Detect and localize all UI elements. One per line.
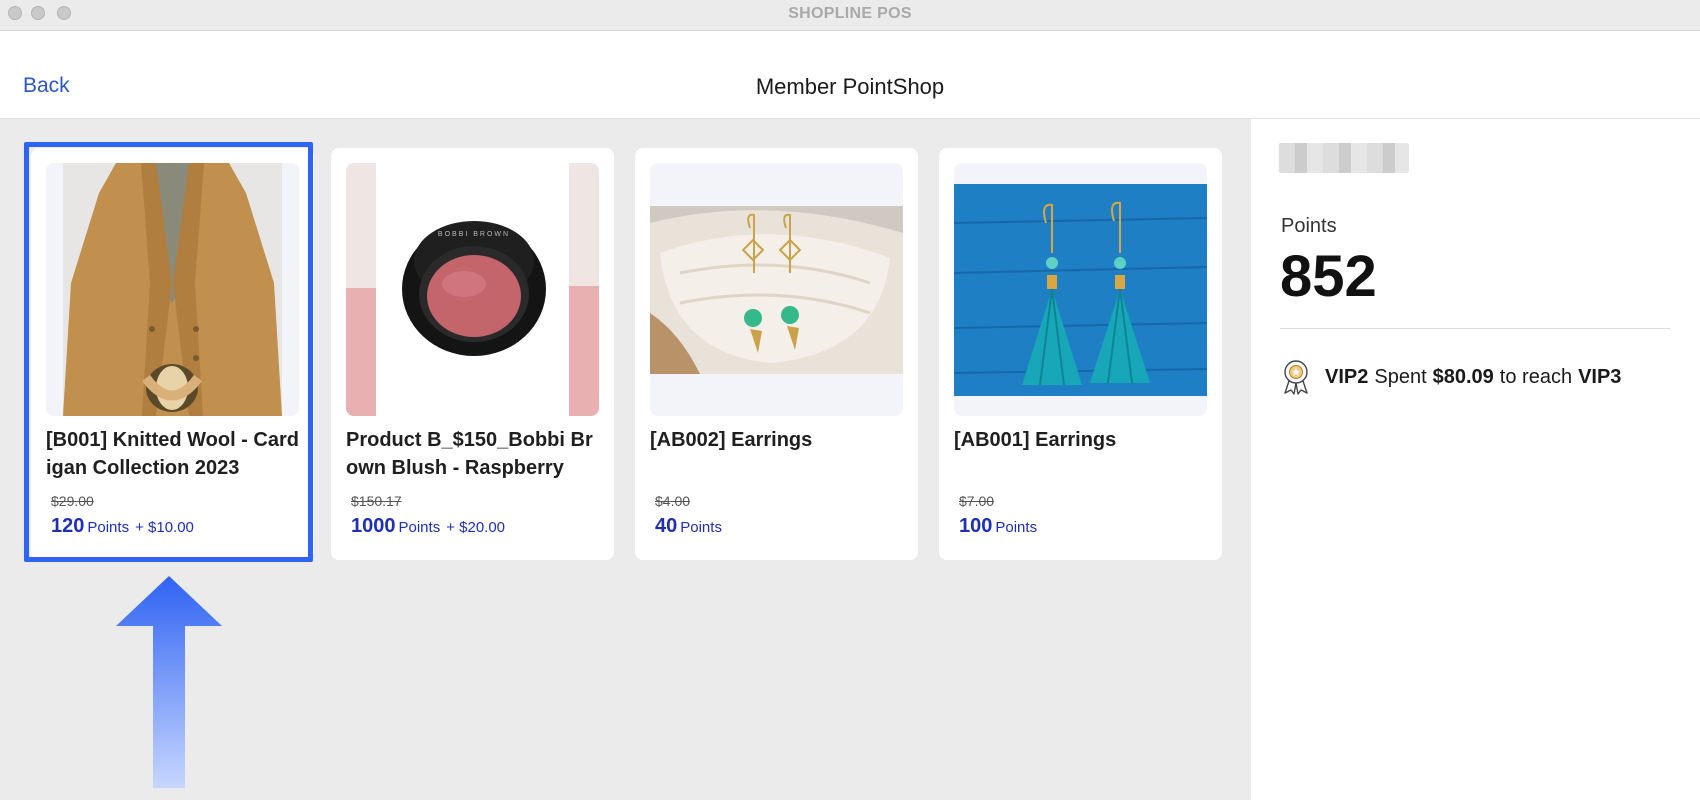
page-header: Back Member PointShop [0, 31, 1700, 119]
product-image: BOBBI BROWN [346, 163, 599, 416]
product-image [46, 163, 299, 416]
vip-next: VIP3 [1578, 365, 1622, 388]
page-title: Member PointShop [755, 74, 945, 99]
points-price: 100 Points [959, 515, 1037, 538]
original-price: $4.00 [655, 493, 691, 509]
vip-current: VIP2 [1325, 365, 1369, 388]
points-label: Points [1281, 215, 1337, 237]
points-price: 40 Points [655, 515, 722, 538]
product-image [650, 163, 903, 416]
original-price: $7.00 [959, 493, 995, 509]
product-name: [AB002] Earrings [650, 429, 813, 451]
points-unit: Points [995, 519, 1038, 536]
points-unit: Points [680, 519, 722, 536]
vip-spent-text: Spent [1374, 365, 1427, 388]
points-unit: Points [87, 519, 130, 536]
original-price: $150.17 [351, 493, 402, 509]
window-title: SHOPLINE POS [788, 5, 912, 22]
points-amount: 120 [51, 515, 85, 537]
product-name: Product B_$150_Bobbi Brown Blush - Raspb… [346, 429, 593, 479]
points-amount: 1000 [351, 515, 396, 537]
vip-to-reach-text: to reach [1499, 365, 1573, 388]
vip-progress: VIP2 Spent $80.09 to reach VIP3 [1281, 359, 1627, 395]
original-price: $29.00 [51, 493, 94, 509]
product-name: [AB001] Earrings [954, 429, 1117, 451]
points-unit: Points [398, 519, 441, 536]
points-price: 120 Points + $10.00 [51, 515, 194, 538]
back-button[interactable]: Back [23, 74, 70, 98]
window-titlebar: SHOPLINE POS [0, 0, 1700, 31]
member-panel: Points 852 VIP2 Spent $80.09 to reach VI… [1251, 119, 1700, 800]
product-card[interactable]: [AB002] Earrings $4.00 40 Points [635, 148, 918, 560]
divider [1280, 328, 1670, 329]
product-name: [B001] Knitted Wool - Cardigan Collectio… [46, 429, 299, 479]
points-balance: 852 [1280, 244, 1377, 309]
svg-text:BOBBI BROWN: BOBBI BROWN [438, 231, 510, 238]
points-amount: 40 [655, 515, 678, 537]
cash-addon: + $10.00 [135, 519, 194, 536]
product-card[interactable]: BOBBI BROWN Product B_$150_Bobbi Brown B… [331, 148, 614, 560]
product-card[interactable]: [AB001] Earrings $7.00 100 Points [939, 148, 1222, 560]
points-amount: 100 [959, 515, 993, 537]
points-price: 1000 Points + $20.00 [351, 515, 505, 538]
vip-amount: $80.09 [1432, 365, 1494, 388]
product-image [954, 163, 1207, 416]
cash-addon: + $20.00 [446, 519, 506, 536]
arrow-up-icon [116, 576, 222, 788]
product-card[interactable]: [B001] Knitted Wool - Cardigan Collectio… [31, 148, 314, 560]
medal-icon [1284, 360, 1308, 395]
member-name-redacted [1279, 143, 1409, 173]
